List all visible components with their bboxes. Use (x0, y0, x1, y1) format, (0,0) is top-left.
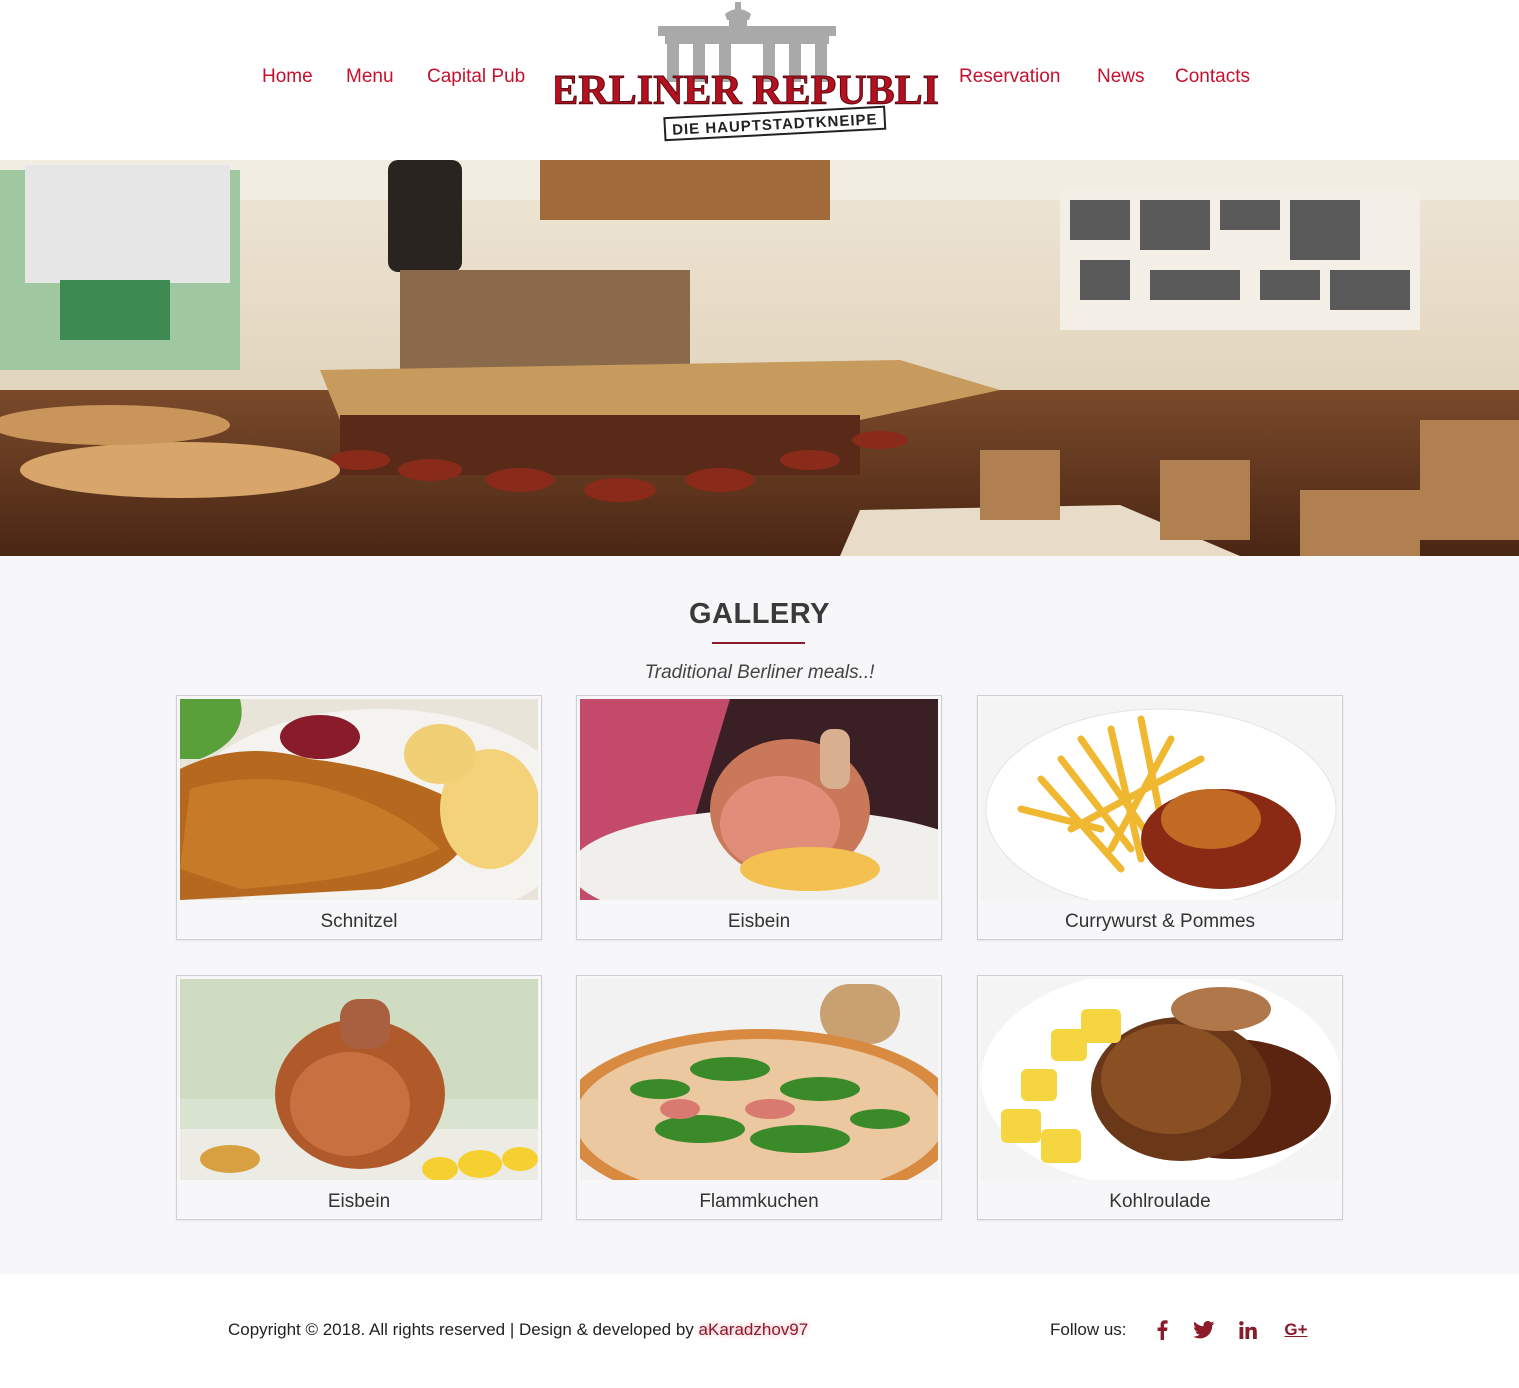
gallery-caption: Eisbein (727, 911, 791, 932)
gallery-card-schnitzel[interactable]: Schnitzel (176, 695, 542, 940)
linkedin-icon[interactable] (1237, 1318, 1259, 1342)
gallery-card-eisbein-2[interactable]: Eisbein (176, 975, 542, 1220)
eisbein-2-photo (180, 979, 538, 1180)
nav-contacts-link[interactable]: Contacts (1175, 66, 1250, 88)
site-logo[interactable]: BERLINER REPUBLIK DIE HAUPTSTADTKNEIPE (522, 0, 972, 152)
currywurst-photo (981, 699, 1339, 900)
google-plus-icon[interactable]: G+ (1283, 1318, 1309, 1342)
follow-us-label: Follow us: (1050, 1320, 1127, 1339)
nav-menu-link[interactable]: Menu (346, 66, 394, 88)
schnitzel-photo (180, 699, 538, 900)
site-footer: Copyright © 2018. All rights reserved | … (0, 1274, 1519, 1388)
hero-pub-interior-image (0, 160, 1519, 556)
nav-reservation-link[interactable]: Reservation (959, 66, 1060, 88)
gallery-card-kohlroulade[interactable]: Kohlroulade (977, 975, 1343, 1220)
gallery-caption: Currywurst & Pommes (1064, 911, 1256, 932)
copyright-text: Copyright © 2018. All rights reserved | … (228, 1320, 808, 1340)
gallery-card-flammkuchen[interactable]: Flammkuchen (576, 975, 942, 1220)
kohlroulade-photo (981, 979, 1339, 1180)
gallery-caption: Flammkuchen (699, 1191, 819, 1212)
twitter-icon[interactable] (1192, 1318, 1216, 1342)
nav-capital-pub-link[interactable]: Capital Pub (427, 66, 525, 88)
gallery-subtitle: Traditional Berliner meals..! (644, 662, 875, 683)
gallery-caption: Schnitzel (320, 911, 398, 932)
gallery-title-divider (712, 642, 805, 644)
nav-news-link[interactable]: News (1097, 66, 1145, 88)
author-link[interactable]: aKaradzhov97 (699, 1320, 809, 1339)
flammkuchen-photo (580, 979, 938, 1180)
copyright-label: Copyright © 2018. All rights reserved | … (228, 1320, 694, 1339)
brandenburg-gate-logo-icon: BERLINER REPUBLIK DIE HAUPTSTADTKNEIPE (522, 2, 972, 142)
site-header: Home Menu Capital Pub Reservation News C… (0, 0, 1519, 160)
gallery-card-currywurst[interactable]: Currywurst & Pommes (977, 695, 1343, 940)
gallery-caption: Eisbein (327, 1191, 391, 1212)
gallery-caption: Kohlroulade (1109, 1191, 1211, 1212)
gallery-title: GALLERY (689, 598, 830, 630)
facebook-icon[interactable] (1152, 1318, 1172, 1342)
nav-home-link[interactable]: Home (262, 66, 313, 88)
gallery-section: GALLERY Traditional Berliner meals..! Sc… (0, 556, 1519, 1274)
google-plus-glyph: G+ (1284, 1320, 1308, 1339)
eisbein-photo (580, 699, 938, 900)
gallery-card-eisbein[interactable]: Eisbein (576, 695, 942, 940)
